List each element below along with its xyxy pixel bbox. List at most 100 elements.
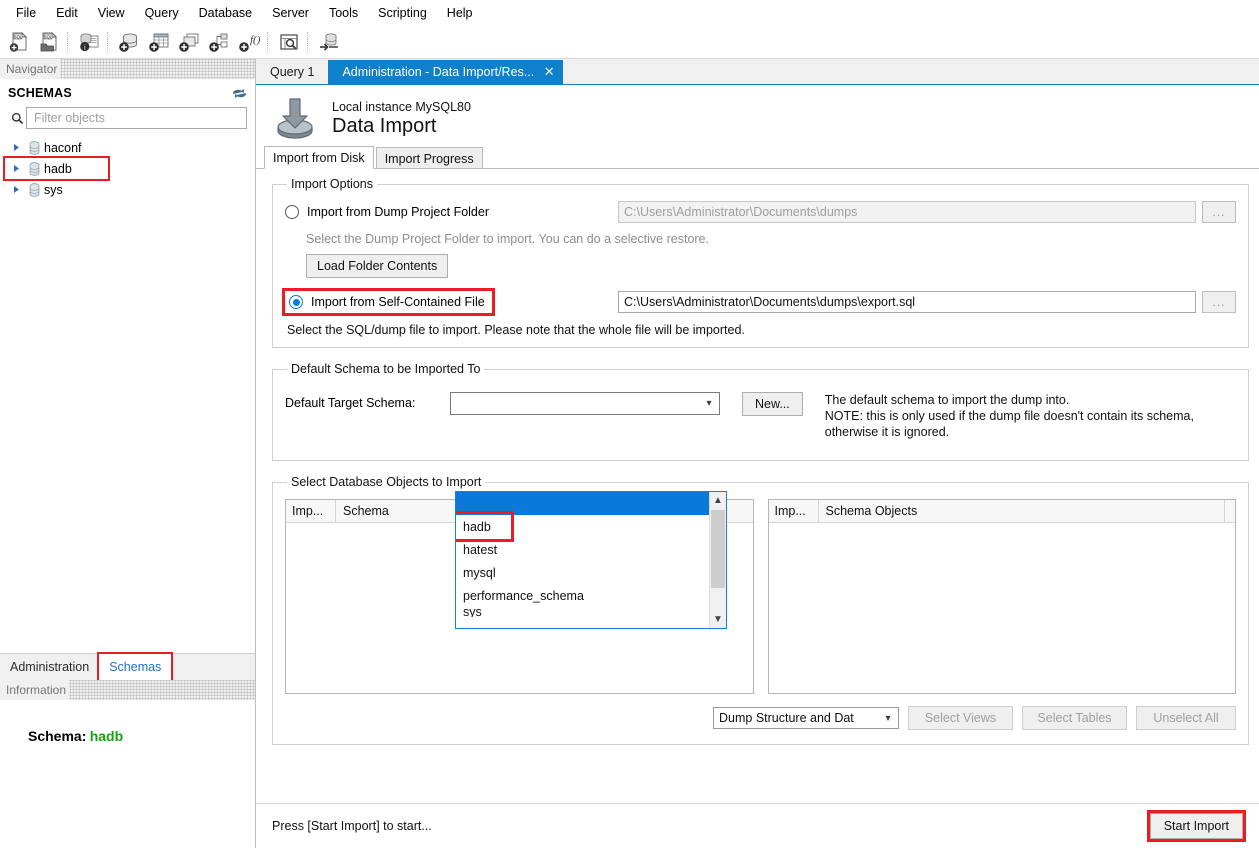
select-database-objects-legend: Select Database Objects to Import — [287, 475, 485, 489]
content-area: Query 1 Administration - Data Import/Res… — [256, 59, 1259, 848]
menu-view[interactable]: View — [88, 3, 135, 23]
radio-import-from-self-contained-file[interactable] — [289, 295, 303, 309]
schema-list-col-import: Imp... — [286, 500, 336, 522]
close-icon[interactable]: ✕ — [543, 64, 555, 80]
chevron-down-icon[interactable]: ▾ — [699, 398, 719, 409]
scroll-down-arrow-icon[interactable]: ▼ — [710, 611, 726, 628]
search-data-icon[interactable] — [274, 28, 304, 56]
menu-server[interactable]: Server — [262, 3, 319, 23]
dump-folder-browse-button[interactable]: ... — [1202, 201, 1236, 223]
menu-bar: File Edit View Query Database Server Too… — [0, 0, 1259, 26]
menu-database[interactable]: Database — [189, 3, 263, 23]
dropdown-item-sys[interactable]: sys — [456, 607, 709, 617]
chevron-right-icon[interactable] — [8, 185, 24, 194]
database-icon — [24, 162, 44, 176]
schema-tree-label: haconf — [44, 141, 82, 155]
filter-row — [0, 107, 255, 135]
object-lists: Imp... Schema Imp... Schema Objects — [285, 499, 1236, 694]
navigator-title-dots — [60, 59, 255, 79]
scrollbar-thumb[interactable] — [711, 510, 725, 588]
schema-objects-list-header: Imp... Schema Objects — [769, 500, 1236, 523]
create-schema-icon[interactable] — [114, 28, 144, 56]
main-toolbar: SQL SQL — [0, 26, 1259, 59]
self-contained-file-browse-button[interactable]: ... — [1202, 291, 1236, 313]
default-target-schema-dropdown[interactable]: hadb hatest mysql performance_schema sys… — [455, 491, 727, 629]
schema-tree: haconf hadb — [0, 135, 255, 200]
tab-import-from-disk[interactable]: Import from Disk — [264, 146, 374, 169]
connection-info-icon[interactable]: i — [74, 28, 104, 56]
dump-type-value: Dump Structure and Dat — [714, 711, 878, 725]
chevron-right-icon[interactable] — [8, 164, 24, 173]
menu-file[interactable]: File — [6, 3, 46, 23]
toolbar-separator — [67, 32, 71, 52]
menu-tools[interactable]: Tools — [319, 3, 368, 23]
instance-label: Local instance MySQL80 — [332, 100, 471, 114]
schema-objects-list-body[interactable] — [769, 523, 1236, 693]
dropdown-scrollbar[interactable]: ▲ ▼ — [709, 492, 726, 628]
dump-type-combo[interactable]: Dump Structure and Dat ▾ — [713, 707, 899, 729]
refresh-icon[interactable] — [231, 85, 247, 101]
tab-query-1[interactable]: Query 1 — [256, 60, 328, 84]
dump-folder-path-input[interactable]: C:\Users\Administrator\Documents\dumps — [618, 201, 1196, 223]
menu-scripting[interactable]: Scripting — [368, 3, 437, 23]
chevron-down-icon[interactable]: ▾ — [878, 713, 898, 724]
sidebar-tab-schemas[interactable]: Schemas — [99, 654, 171, 680]
create-view-icon[interactable] — [174, 28, 204, 56]
database-icon — [24, 183, 44, 197]
schema-tree-label: hadb — [44, 162, 72, 176]
menu-help[interactable]: Help — [437, 3, 483, 23]
mysql-workbench-window: File Edit View Query Database Server Too… — [0, 0, 1259, 847]
reconnect-server-icon[interactable] — [314, 28, 344, 56]
editor-tab-bar: Query 1 Administration - Data Import/Res… — [256, 59, 1259, 84]
menu-edit[interactable]: Edit — [46, 3, 88, 23]
unselect-all-button[interactable]: Unselect All — [1136, 706, 1236, 730]
select-views-button[interactable]: Select Views — [908, 706, 1013, 730]
select-tables-button[interactable]: Select Tables — [1022, 706, 1127, 730]
radio-import-from-dump-folder[interactable] — [285, 205, 299, 219]
tab-import-progress[interactable]: Import Progress — [376, 147, 483, 169]
new-schema-button[interactable]: New... — [742, 392, 803, 416]
sidebar-tab-administration[interactable]: Administration — [0, 654, 99, 680]
page-header: Local instance MySQL80 Data Import — [256, 85, 1259, 147]
toolbar-separator — [107, 32, 111, 52]
dropdown-list[interactable]: hadb hatest mysql performance_schema sys — [456, 492, 709, 628]
default-target-schema-combo[interactable]: ▾ — [450, 392, 720, 415]
load-folder-contents-button[interactable]: Load Folder Contents — [306, 254, 448, 278]
menu-query[interactable]: Query — [135, 3, 189, 23]
dropdown-item-mysql[interactable]: mysql — [456, 561, 709, 584]
svg-text:SQL: SQL — [14, 34, 23, 39]
new-sql-tab-icon[interactable]: SQL — [4, 28, 34, 56]
tab-administration-data-import[interactable]: Administration - Data Import/Res... ✕ — [328, 60, 563, 84]
default-schema-note-line-1: The default schema to import the dump in… — [825, 393, 1070, 407]
self-contained-file-path-input[interactable]: C:\Users\Administrator\Documents\dumps\e… — [618, 291, 1196, 313]
default-schema-group: Default Schema to be Imported To Default… — [272, 362, 1249, 461]
schema-tree-item-sys[interactable]: sys — [0, 179, 255, 200]
schema-tree-item-hadb[interactable]: hadb — [5, 158, 108, 179]
dropdown-item-hatest[interactable]: hatest — [456, 538, 709, 561]
schema-tree-item-haconf[interactable]: haconf — [0, 137, 255, 158]
information-title: Information — [6, 683, 66, 697]
dropdown-item-hadb-label: hadb — [463, 520, 491, 534]
dropdown-item-hadb[interactable]: hadb — [456, 515, 709, 538]
information-body: Schema: hadb — [0, 700, 255, 848]
filter-objects-box[interactable] — [26, 107, 247, 129]
schema-objects-col-import: Imp... — [769, 500, 819, 522]
create-procedure-icon[interactable] — [204, 28, 234, 56]
page-header-text: Local instance MySQL80 Data Import — [326, 100, 471, 138]
navigator-title: Navigator — [6, 62, 57, 76]
chevron-right-icon[interactable] — [8, 143, 24, 152]
select-database-objects-group: Select Database Objects to Import Imp...… — [272, 475, 1249, 745]
search-input[interactable] — [32, 110, 246, 126]
create-table-icon[interactable] — [144, 28, 174, 56]
open-sql-script-icon[interactable]: SQL — [34, 28, 64, 56]
page-footer: Press [Start Import] to start... Start I… — [256, 803, 1259, 848]
start-import-button[interactable]: Start Import — [1150, 813, 1243, 839]
self-contained-file-row: Import from Self-Contained File C:\Users… — [285, 291, 1236, 313]
scroll-up-arrow-icon[interactable]: ▲ — [710, 492, 726, 509]
dropdown-item-performance-schema[interactable]: performance_schema — [456, 584, 709, 607]
dropdown-item-empty[interactable] — [456, 492, 709, 515]
create-function-icon[interactable]: f() — [234, 28, 264, 56]
data-import-icon — [264, 94, 326, 144]
schema-objects-list[interactable]: Imp... Schema Objects — [768, 499, 1237, 694]
dump-folder-row: Import from Dump Project Folder C:\Users… — [285, 201, 1236, 223]
